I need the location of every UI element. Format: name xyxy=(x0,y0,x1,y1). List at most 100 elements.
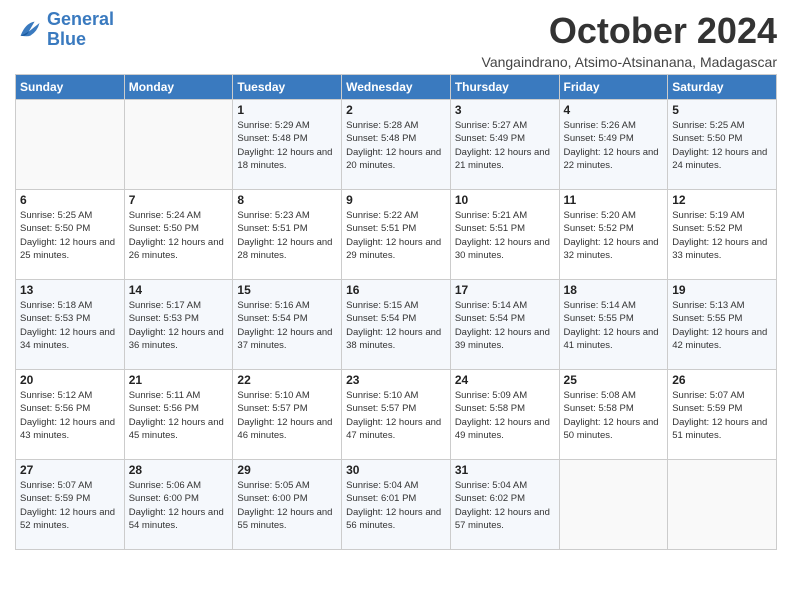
week-row-4: 20Sunrise: 5:12 AM Sunset: 5:56 PM Dayli… xyxy=(16,370,777,460)
calendar-cell: 20Sunrise: 5:12 AM Sunset: 5:56 PM Dayli… xyxy=(16,370,125,460)
calendar-cell: 29 Sunrise: 5:05 AM Sunset: 6:00 PM Dayli… xyxy=(233,460,342,550)
calendar-cell: 28Sunrise: 5:06 AM Sunset: 6:00 PM Dayli… xyxy=(124,460,233,550)
day-number: 10 xyxy=(455,193,555,207)
header-friday: Friday xyxy=(559,75,668,100)
calendar-table: SundayMondayTuesdayWednesdayThursdayFrid… xyxy=(15,74,777,550)
day-info: Sunrise: 5:26 AM Sunset: 5:49 PM Dayligh… xyxy=(564,119,664,172)
day-info: Sunrise: 5:17 AM Sunset: 5:53 PM Dayligh… xyxy=(129,299,229,352)
calendar-cell: 27 Sunrise: 5:07 AM Sunset: 5:59 PM Dayli… xyxy=(16,460,125,550)
day-info: Sunrise: 5:04 AM Sunset: 6:02 PM Dayligh… xyxy=(455,479,555,532)
calendar-cell: 21Sunrise: 5:11 AM Sunset: 5:56 PM Dayli… xyxy=(124,370,233,460)
calendar-cell: 22 Sunrise: 5:10 AM Sunset: 5:57 PM Dayli… xyxy=(233,370,342,460)
calendar-cell: 23 Sunrise: 5:10 AM Sunset: 5:57 PM Dayli… xyxy=(342,370,451,460)
day-info: Sunrise: 5:23 AM Sunset: 5:51 PM Dayligh… xyxy=(237,209,337,262)
day-info: Sunrise: 5:14 AM Sunset: 5:54 PM Dayligh… xyxy=(455,299,555,352)
calendar-cell: 12 Sunrise: 5:19 AM Sunset: 5:52 PM Dayli… xyxy=(668,190,777,280)
day-number: 24 xyxy=(455,373,555,387)
calendar-cell: 11 Sunrise: 5:20 AM Sunset: 5:52 PM Dayli… xyxy=(559,190,668,280)
calendar-cell: 19 Sunrise: 5:13 AM Sunset: 5:55 PM Dayli… xyxy=(668,280,777,370)
day-info: Sunrise: 5:28 AM Sunset: 5:48 PM Dayligh… xyxy=(346,119,446,172)
logo-text: General Blue xyxy=(47,10,114,50)
calendar-cell: 8 Sunrise: 5:23 AM Sunset: 5:51 PM Daylig… xyxy=(233,190,342,280)
day-info: Sunrise: 5:25 AM Sunset: 5:50 PM Dayligh… xyxy=(20,209,120,262)
day-info: Sunrise: 5:13 AM Sunset: 5:55 PM Dayligh… xyxy=(672,299,772,352)
day-number: 12 xyxy=(672,193,772,207)
calendar-cell: 1 Sunrise: 5:29 AM Sunset: 5:48 PM Daylig… xyxy=(233,100,342,190)
calendar-cell: 17 Sunrise: 5:14 AM Sunset: 5:54 PM Dayli… xyxy=(450,280,559,370)
day-number: 17 xyxy=(455,283,555,297)
calendar-cell: 31Sunrise: 5:04 AM Sunset: 6:02 PM Dayli… xyxy=(450,460,559,550)
calendar-cell: 25Sunrise: 5:08 AM Sunset: 5:58 PM Dayli… xyxy=(559,370,668,460)
calendar-cell: 16 Sunrise: 5:15 AM Sunset: 5:54 PM Dayli… xyxy=(342,280,451,370)
day-number: 30 xyxy=(346,463,446,477)
calendar-cell: 3 Sunrise: 5:27 AM Sunset: 5:49 PM Daylig… xyxy=(450,100,559,190)
day-info: Sunrise: 5:19 AM Sunset: 5:52 PM Dayligh… xyxy=(672,209,772,262)
day-info: Sunrise: 5:20 AM Sunset: 5:52 PM Dayligh… xyxy=(564,209,664,262)
day-number: 7 xyxy=(129,193,229,207)
day-number: 28 xyxy=(129,463,229,477)
day-number: 29 xyxy=(237,463,337,477)
week-row-3: 13Sunrise: 5:18 AM Sunset: 5:53 PM Dayli… xyxy=(16,280,777,370)
calendar-cell: 5 Sunrise: 5:25 AM Sunset: 5:50 PM Daylig… xyxy=(668,100,777,190)
calendar-cell xyxy=(16,100,125,190)
day-info: Sunrise: 5:04 AM Sunset: 6:01 PM Dayligh… xyxy=(346,479,446,532)
day-number: 8 xyxy=(237,193,337,207)
day-info: Sunrise: 5:09 AM Sunset: 5:58 PM Dayligh… xyxy=(455,389,555,442)
week-row-5: 27 Sunrise: 5:07 AM Sunset: 5:59 PM Dayli… xyxy=(16,460,777,550)
page-title: October 2024 xyxy=(482,10,777,52)
day-number: 15 xyxy=(237,283,337,297)
day-info: Sunrise: 5:15 AM Sunset: 5:54 PM Dayligh… xyxy=(346,299,446,352)
day-number: 3 xyxy=(455,103,555,117)
day-number: 23 xyxy=(346,373,446,387)
calendar-cell: 24 Sunrise: 5:09 AM Sunset: 5:58 PM Dayli… xyxy=(450,370,559,460)
calendar-cell: 2 Sunrise: 5:28 AM Sunset: 5:48 PM Daylig… xyxy=(342,100,451,190)
header-sunday: Sunday xyxy=(16,75,125,100)
day-info: Sunrise: 5:18 AM Sunset: 5:53 PM Dayligh… xyxy=(20,299,120,352)
calendar-cell: 14Sunrise: 5:17 AM Sunset: 5:53 PM Dayli… xyxy=(124,280,233,370)
calendar-cell: 30 Sunrise: 5:04 AM Sunset: 6:01 PM Dayli… xyxy=(342,460,451,550)
calendar-cell: 7 Sunrise: 5:24 AM Sunset: 5:50 PM Daylig… xyxy=(124,190,233,280)
day-number: 22 xyxy=(237,373,337,387)
day-number: 11 xyxy=(564,193,664,207)
calendar-cell: 10 Sunrise: 5:21 AM Sunset: 5:51 PM Dayli… xyxy=(450,190,559,280)
day-info: Sunrise: 5:07 AM Sunset: 5:59 PM Dayligh… xyxy=(20,479,120,532)
page-subtitle: Vangaindrano, Atsimo-Atsinanana, Madagas… xyxy=(482,54,777,70)
day-info: Sunrise: 5:29 AM Sunset: 5:48 PM Dayligh… xyxy=(237,119,337,172)
calendar-cell: 9 Sunrise: 5:22 AM Sunset: 5:51 PM Daylig… xyxy=(342,190,451,280)
day-info: Sunrise: 5:12 AM Sunset: 5:56 PM Dayligh… xyxy=(20,389,120,442)
calendar-cell xyxy=(559,460,668,550)
logo-icon xyxy=(15,16,43,44)
logo: General Blue xyxy=(15,10,114,50)
day-number: 19 xyxy=(672,283,772,297)
day-number: 6 xyxy=(20,193,120,207)
title-block: October 2024 Vangaindrano, Atsimo-Atsina… xyxy=(482,10,777,70)
day-info: Sunrise: 5:25 AM Sunset: 5:50 PM Dayligh… xyxy=(672,119,772,172)
day-number: 5 xyxy=(672,103,772,117)
day-info: Sunrise: 5:07 AM Sunset: 5:59 PM Dayligh… xyxy=(672,389,772,442)
day-info: Sunrise: 5:24 AM Sunset: 5:50 PM Dayligh… xyxy=(129,209,229,262)
day-number: 9 xyxy=(346,193,446,207)
calendar-cell: 4Sunrise: 5:26 AM Sunset: 5:49 PM Daylig… xyxy=(559,100,668,190)
calendar-cell: 15Sunrise: 5:16 AM Sunset: 5:54 PM Dayli… xyxy=(233,280,342,370)
week-row-1: 1 Sunrise: 5:29 AM Sunset: 5:48 PM Daylig… xyxy=(16,100,777,190)
header-row: SundayMondayTuesdayWednesdayThursdayFrid… xyxy=(16,75,777,100)
day-info: Sunrise: 5:10 AM Sunset: 5:57 PM Dayligh… xyxy=(237,389,337,442)
calendar-cell: 18Sunrise: 5:14 AM Sunset: 5:55 PM Dayli… xyxy=(559,280,668,370)
day-info: Sunrise: 5:27 AM Sunset: 5:49 PM Dayligh… xyxy=(455,119,555,172)
calendar-cell xyxy=(124,100,233,190)
header-thursday: Thursday xyxy=(450,75,559,100)
day-info: Sunrise: 5:22 AM Sunset: 5:51 PM Dayligh… xyxy=(346,209,446,262)
day-info: Sunrise: 5:21 AM Sunset: 5:51 PM Dayligh… xyxy=(455,209,555,262)
header-wednesday: Wednesday xyxy=(342,75,451,100)
page-header: General Blue October 2024 Vangaindrano, … xyxy=(15,10,777,70)
calendar-cell xyxy=(668,460,777,550)
header-saturday: Saturday xyxy=(668,75,777,100)
day-number: 16 xyxy=(346,283,446,297)
day-number: 25 xyxy=(564,373,664,387)
day-number: 1 xyxy=(237,103,337,117)
day-number: 21 xyxy=(129,373,229,387)
day-info: Sunrise: 5:05 AM Sunset: 6:00 PM Dayligh… xyxy=(237,479,337,532)
day-number: 27 xyxy=(20,463,120,477)
day-number: 2 xyxy=(346,103,446,117)
day-info: Sunrise: 5:10 AM Sunset: 5:57 PM Dayligh… xyxy=(346,389,446,442)
